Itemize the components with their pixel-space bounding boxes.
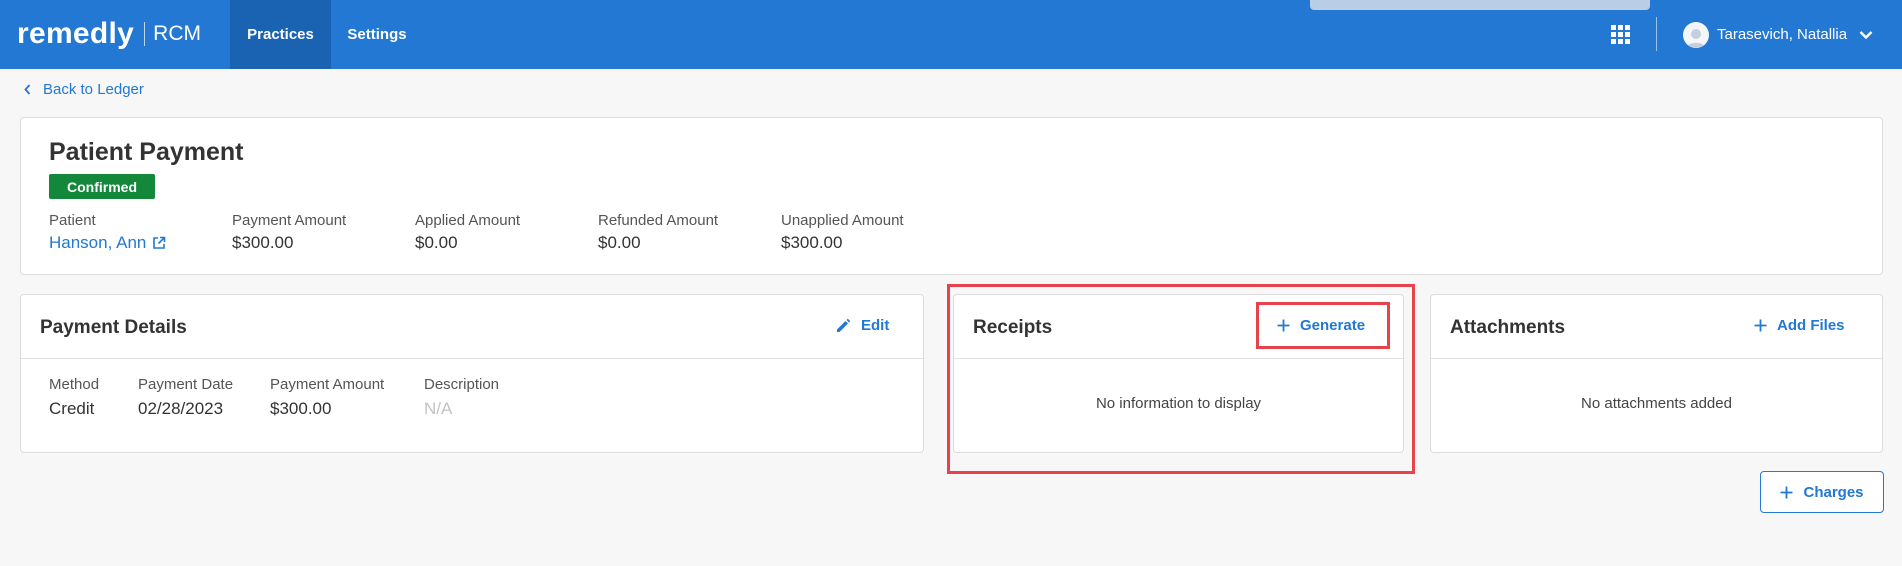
- detail-value: Credit: [49, 399, 95, 418]
- detail-value: N/A: [424, 399, 453, 418]
- stat-patient: Patient Hanson, Ann: [49, 212, 166, 253]
- detail-payment-amount: Payment Amount $300.00: [270, 376, 384, 419]
- back-link-label: Back to Ledger: [43, 81, 144, 98]
- stat-label: Applied Amount: [415, 212, 521, 229]
- stat-label: Unapplied Amount: [781, 212, 904, 229]
- edit-button[interactable]: Edit: [835, 317, 889, 334]
- header-divider: [1656, 17, 1657, 51]
- logo-divider: [144, 22, 146, 46]
- add-charges-button[interactable]: Charges: [1760, 471, 1884, 513]
- user-menu[interactable]: Tarasevich, Natallia: [1683, 21, 1873, 48]
- card-header: Attachments Add Files: [1431, 295, 1882, 359]
- logo-product-name: RCM: [153, 22, 201, 45]
- add-files-label: Add Files: [1777, 317, 1845, 334]
- attachments-card: Attachments Add Files No attachments add…: [1430, 294, 1883, 453]
- attachments-empty-message: No attachments added: [1581, 395, 1732, 412]
- back-to-ledger-link[interactable]: Back to Ledger: [24, 81, 144, 98]
- chevron-left-icon: [24, 84, 31, 95]
- detail-description: Description N/A: [424, 376, 499, 419]
- avatar: [1683, 21, 1709, 48]
- patient-name: Hanson, Ann: [49, 233, 147, 252]
- plus-icon: [1754, 319, 1767, 332]
- edit-label: Edit: [861, 317, 890, 334]
- stat-label: Payment Amount: [232, 212, 347, 229]
- apps-grid-icon[interactable]: [1611, 25, 1630, 44]
- stat-label: Patient: [49, 212, 96, 229]
- stat-unapplied-amount: Unapplied Amount $300.00: [781, 212, 904, 253]
- card-title: Attachments: [1450, 317, 1566, 338]
- detail-label: Description: [424, 376, 500, 393]
- user-silhouette-icon: [1687, 28, 1705, 48]
- stat-refunded-amount: Refunded Amount $0.00: [598, 212, 718, 253]
- stat-payment-amount: Payment Amount $300.00: [232, 212, 346, 253]
- detail-label: Payment Date: [138, 376, 234, 393]
- plus-icon: [1780, 486, 1793, 498]
- top-navigation-bar: remedly RCM Practices Settings Tarasevic…: [0, 0, 1902, 69]
- detail-label: Payment Amount: [270, 376, 385, 393]
- stat-value: $300.00: [781, 233, 843, 252]
- status-badge: Confirmed: [49, 174, 155, 199]
- nav-tab-settings[interactable]: Settings: [331, 0, 423, 69]
- detail-value: 02/28/2023: [138, 399, 224, 418]
- stat-label: Refunded Amount: [598, 212, 719, 229]
- external-link-icon: [153, 236, 166, 249]
- stat-applied-amount: Applied Amount $0.00: [415, 212, 520, 253]
- patient-link[interactable]: Hanson, Ann: [49, 233, 166, 253]
- top-notification-strip: [1310, 0, 1650, 10]
- detail-value: $300.00: [270, 399, 332, 418]
- logo-wordmark: remedly: [17, 17, 135, 50]
- add-files-button[interactable]: Add Files: [1754, 317, 1845, 334]
- card-header: Payment Details Edit: [21, 295, 923, 359]
- stat-value: $0.00: [598, 233, 641, 252]
- stat-value: $300.00: [232, 233, 294, 252]
- detail-label: Method: [49, 376, 100, 393]
- payment-details-card: Payment Details Edit Method Credit Payme…: [20, 294, 924, 453]
- user-name: Tarasevich, Natallia: [1717, 26, 1848, 43]
- chevron-down-icon: [1859, 30, 1873, 39]
- generate-highlight-box: [1256, 302, 1390, 349]
- page-title: Patient Payment: [49, 138, 244, 166]
- charges-label: Charges: [1803, 483, 1864, 501]
- payment-summary-card: Patient Payment Confirmed Patient Hanson…: [20, 117, 1883, 275]
- app-logo[interactable]: remedly RCM: [17, 14, 201, 54]
- nav-tab-practices[interactable]: Practices: [230, 0, 331, 69]
- pencil-icon: [837, 318, 851, 332]
- detail-payment-date: Payment Date 02/28/2023: [138, 376, 233, 419]
- stat-value: $0.00: [415, 233, 458, 252]
- card-title: Payment Details: [40, 317, 187, 338]
- detail-method: Method Credit: [49, 376, 99, 419]
